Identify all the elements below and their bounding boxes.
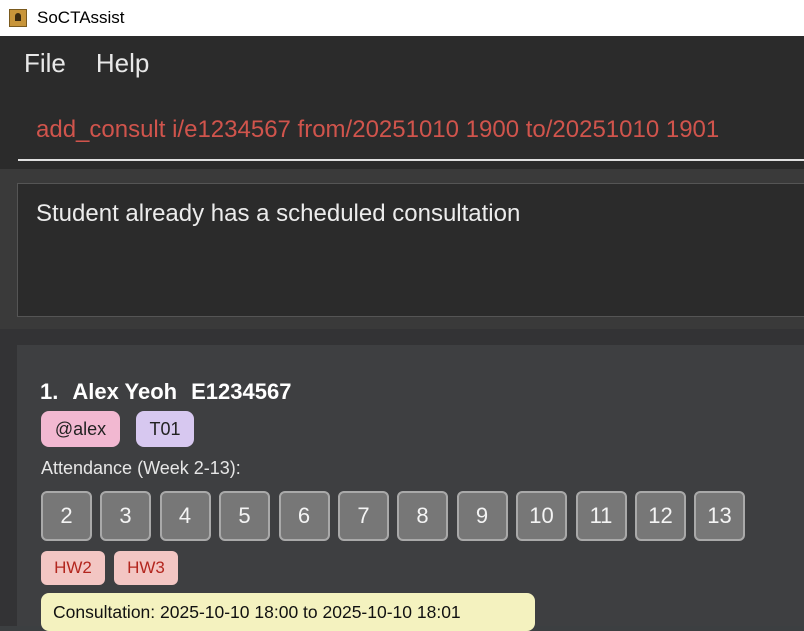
week-box[interactable]: 9 <box>456 491 508 541</box>
week-box[interactable]: 7 <box>338 491 389 541</box>
week-box[interactable]: 6 <box>278 491 330 541</box>
telegram-tag: @alex <box>41 411 120 447</box>
consultation-tag: Consultation: 2025-10-10 18:00 to 2025-1… <box>41 593 535 631</box>
student-header: 1. Alex Yeoh E1234567 <box>40 379 305 405</box>
window-title: SoCTAssist <box>37 8 125 27</box>
student-list[interactable]: 1. Alex Yeoh E1234567 @alex T01 Attendance… <box>0 329 804 631</box>
homework-tag: HW3 <box>114 551 178 585</box>
week-box[interactable]: 10 <box>516 491 567 541</box>
student-name: Alex Yeoh <box>72 379 178 404</box>
student-index: 1. <box>40 379 59 404</box>
menu-help[interactable]: Help <box>96 48 149 79</box>
week-box[interactable]: 8 <box>397 491 448 541</box>
student-card[interactable]: 1. Alex Yeoh E1234567 @alex T01 Attendance… <box>17 345 804 631</box>
week-box[interactable]: 12 <box>635 491 686 541</box>
tutorial-tag: T01 <box>136 411 194 447</box>
command-input[interactable]: add_consult i/e1234567 from/20251010 190… <box>36 116 719 144</box>
result-display: Student already has a scheduled consulta… <box>17 183 804 317</box>
menu-file[interactable]: File <box>24 48 66 79</box>
week-box[interactable]: 2 <box>41 491 92 541</box>
title-bar: SoCTAssist <box>0 0 804 36</box>
app-icon <box>9 9 27 27</box>
student-id: E1234567 <box>191 379 292 404</box>
week-box[interactable]: 3 <box>100 491 151 541</box>
attendance-label: Attendance (Week 2-13): <box>41 458 241 478</box>
result-panel: Student already has a scheduled consulta… <box>0 169 804 329</box>
week-box[interactable]: 4 <box>159 491 211 541</box>
homework-tag: HW2 <box>41 551 105 585</box>
week-box[interactable]: 11 <box>575 491 627 541</box>
week-box[interactable]: 13 <box>694 491 745 541</box>
result-message: Student already has a scheduled consulta… <box>36 200 521 227</box>
menu-bar: File Help <box>0 36 804 91</box>
command-box[interactable]: add_consult i/e1234567 from/20251010 190… <box>0 91 804 169</box>
week-box[interactable]: 5 <box>219 491 270 541</box>
command-underline <box>18 159 804 161</box>
